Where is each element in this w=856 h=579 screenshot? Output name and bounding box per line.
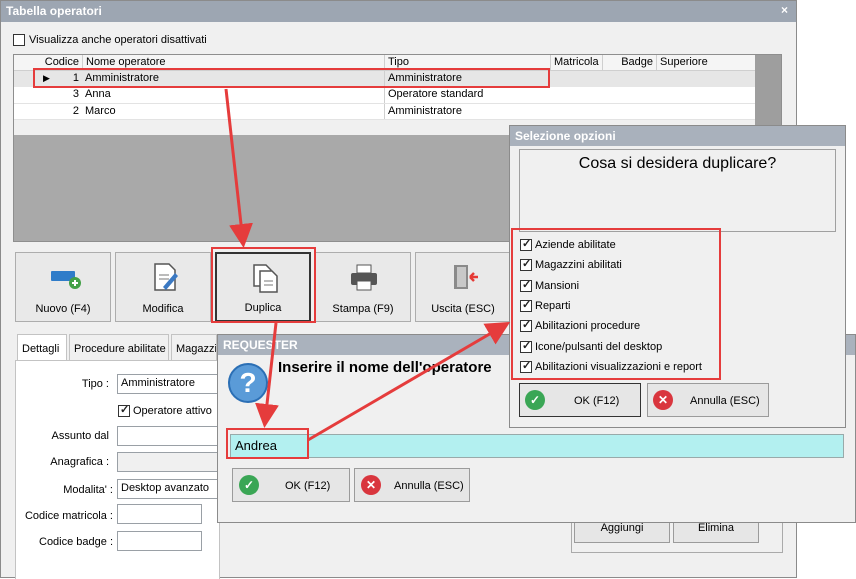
annotation-arrows xyxy=(224,88,511,442)
